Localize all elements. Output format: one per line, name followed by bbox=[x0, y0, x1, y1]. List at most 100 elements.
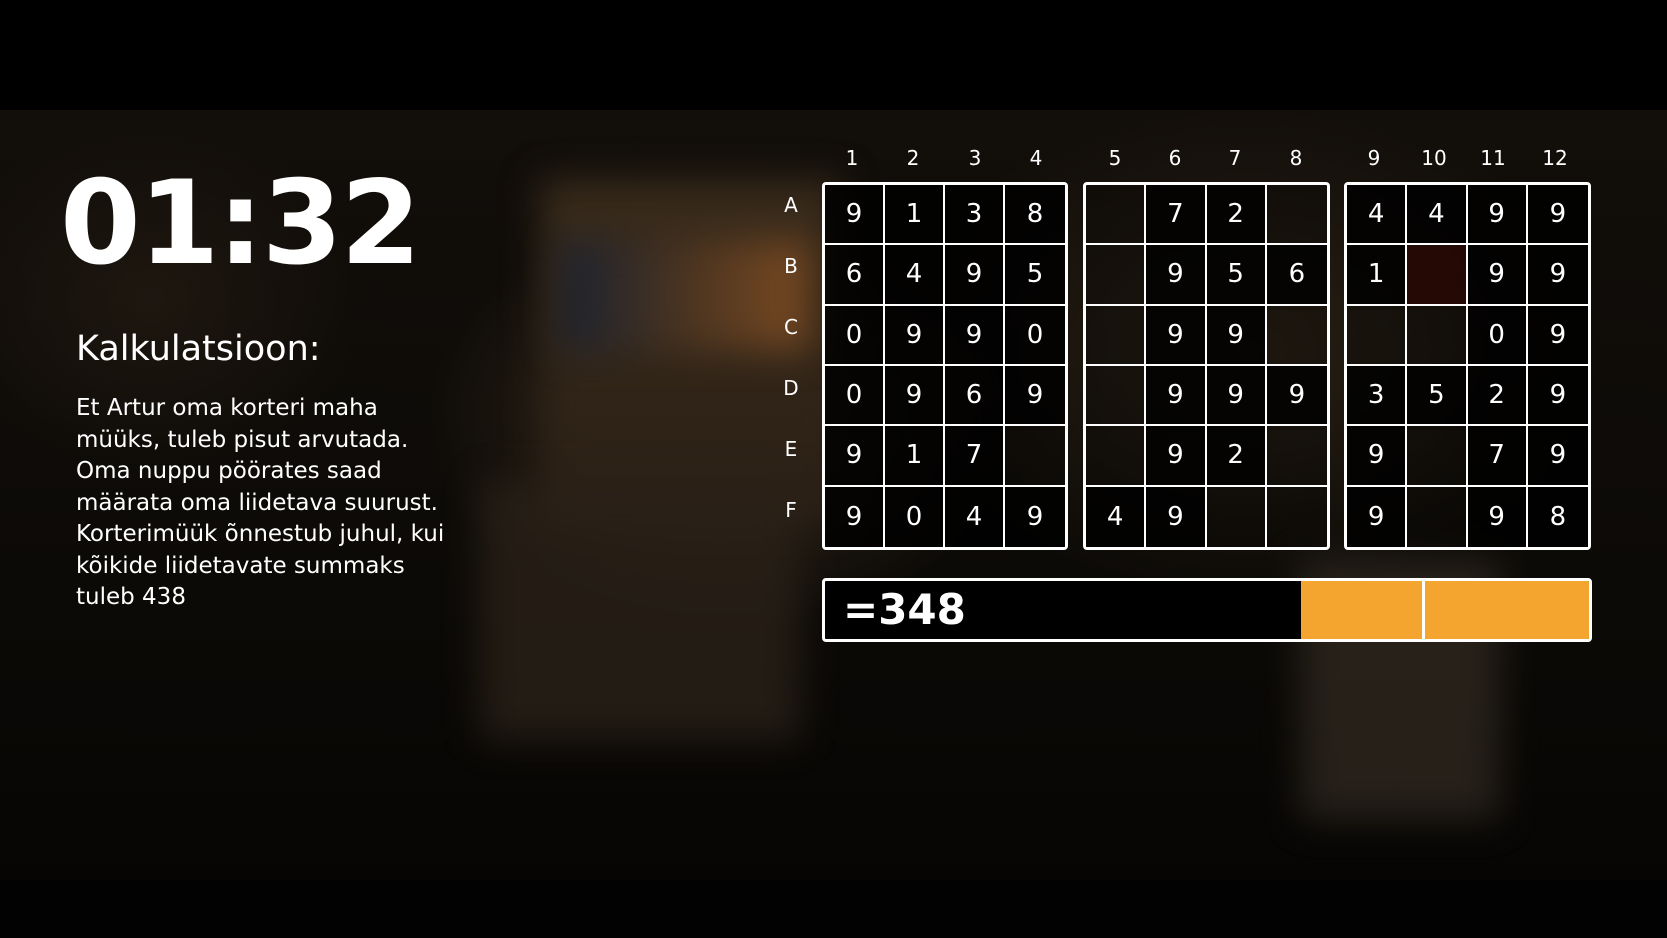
sum-progress-fill bbox=[1301, 581, 1589, 639]
digit-cell: 9 bbox=[1347, 486, 1408, 547]
countdown-timer: 01:32 bbox=[60, 156, 421, 291]
column-label: 2 bbox=[906, 146, 920, 170]
digit-cell: 2 bbox=[1467, 365, 1528, 427]
digit-cell: 9 bbox=[825, 185, 885, 246]
digit-cell bbox=[1005, 426, 1065, 487]
digit-cell bbox=[1086, 245, 1147, 306]
column-label: 11 bbox=[1480, 146, 1506, 170]
digit-cell: 9 bbox=[1206, 305, 1267, 366]
panel-title: Kalkulatsioon: bbox=[76, 329, 321, 369]
digit-cell: 1 bbox=[885, 426, 945, 487]
digit-cell bbox=[1086, 426, 1147, 487]
digit-cell: 5 bbox=[1206, 245, 1267, 306]
column-label: 5 bbox=[1108, 146, 1122, 170]
digit-cell: 9 bbox=[1527, 365, 1588, 427]
digit-cell: 8 bbox=[1527, 486, 1588, 547]
digit-cell: 9 bbox=[1467, 185, 1528, 246]
digit-cell: 1 bbox=[885, 185, 945, 246]
digit-cell: 9 bbox=[1527, 426, 1588, 487]
row-label: C bbox=[784, 315, 798, 339]
column-label: 3 bbox=[968, 146, 982, 170]
digit-cell bbox=[1086, 305, 1147, 366]
digit-cell: 9 bbox=[1527, 305, 1588, 366]
digit-cell: 9 bbox=[1527, 185, 1588, 246]
digit-cell bbox=[1407, 245, 1468, 306]
digit-cell: 9 bbox=[1206, 365, 1267, 427]
digit-block-3: 4499199093529979998 bbox=[1344, 182, 1591, 550]
digit-cell: 0 bbox=[825, 365, 885, 427]
digit-cell: 7 bbox=[945, 426, 1005, 487]
letterbox-bottom bbox=[0, 880, 1667, 938]
digit-cell: 9 bbox=[1146, 245, 1207, 306]
column-label: 4 bbox=[1029, 146, 1043, 170]
digit-cell bbox=[1266, 306, 1327, 366]
letterbox-top bbox=[0, 0, 1667, 110]
row-label: A bbox=[784, 193, 798, 217]
digit-cell: 7 bbox=[1467, 426, 1528, 487]
sum-bar: =348 bbox=[822, 578, 1592, 642]
digit-cell: 4 bbox=[1086, 486, 1147, 547]
digit-cell bbox=[1407, 426, 1468, 487]
digit-cell: 8 bbox=[1005, 185, 1065, 246]
digit-cell bbox=[1266, 185, 1327, 246]
digit-block-1: 91386495099009699179049 bbox=[822, 182, 1068, 550]
column-label: 1 bbox=[845, 146, 859, 170]
digit-cell: 4 bbox=[1407, 185, 1468, 246]
digit-cell bbox=[1086, 365, 1147, 427]
digit-cell: 5 bbox=[1005, 245, 1065, 306]
column-label: 7 bbox=[1228, 146, 1242, 170]
digit-cell bbox=[1266, 426, 1327, 487]
row-label: B bbox=[784, 254, 798, 278]
digit-block-2: 72956999999249 bbox=[1083, 182, 1330, 550]
digit-cell: 9 bbox=[1266, 365, 1327, 427]
digit-cell: 0 bbox=[1005, 305, 1065, 366]
digit-cell: 6 bbox=[945, 365, 1005, 427]
digit-cell: 4 bbox=[945, 486, 1005, 547]
sum-bar-divider bbox=[1422, 581, 1425, 639]
digit-cell: 9 bbox=[825, 486, 885, 547]
digit-cell: 9 bbox=[1347, 426, 1408, 487]
digit-cell: 9 bbox=[945, 305, 1005, 366]
column-label: 10 bbox=[1421, 146, 1447, 170]
digit-cell: 1 bbox=[1347, 245, 1408, 306]
digit-cell: 9 bbox=[1146, 305, 1207, 366]
digit-cell: 0 bbox=[885, 486, 945, 547]
digit-cell bbox=[1086, 185, 1147, 246]
digit-cell: 7 bbox=[1146, 185, 1207, 246]
digit-cell: 5 bbox=[1407, 365, 1468, 427]
column-label: 12 bbox=[1542, 146, 1568, 170]
digit-cell: 9 bbox=[1005, 486, 1065, 547]
digit-cell: 6 bbox=[825, 245, 885, 306]
digit-cell: 9 bbox=[945, 245, 1005, 306]
digit-cell: 9 bbox=[1527, 245, 1588, 306]
row-label: D bbox=[783, 376, 799, 400]
digit-cell: 9 bbox=[1146, 486, 1207, 547]
digit-cell: 9 bbox=[1146, 365, 1207, 427]
digit-cell: 9 bbox=[1467, 245, 1528, 306]
row-label: E bbox=[784, 437, 798, 461]
digit-cell: 3 bbox=[945, 185, 1005, 246]
digit-cell bbox=[1407, 305, 1468, 366]
digit-cell bbox=[1407, 486, 1468, 547]
digit-cell: 9 bbox=[1146, 426, 1207, 487]
digit-cell: 4 bbox=[1347, 185, 1408, 246]
digit-cell: 6 bbox=[1266, 245, 1327, 306]
digit-cell: 2 bbox=[1206, 185, 1267, 246]
column-label: 6 bbox=[1168, 146, 1182, 170]
digit-cell: 9 bbox=[825, 426, 885, 487]
background-sunset bbox=[560, 240, 810, 350]
digit-cell bbox=[1347, 305, 1408, 366]
digit-cell: 9 bbox=[885, 365, 945, 427]
digit-cell: 9 bbox=[885, 305, 945, 366]
column-label: 8 bbox=[1289, 146, 1303, 170]
digit-cell: 9 bbox=[1005, 365, 1065, 427]
digit-cell: 0 bbox=[1467, 305, 1528, 366]
digit-cell bbox=[1207, 486, 1267, 547]
background-window bbox=[540, 180, 840, 520]
sum-value: =348 bbox=[843, 585, 966, 634]
digit-cell: 3 bbox=[1347, 365, 1408, 427]
panel-description: Et Artur oma korteri maha müüks, tuleb p… bbox=[76, 395, 445, 610]
digit-cell: 9 bbox=[1467, 486, 1528, 547]
digit-cell: 0 bbox=[825, 305, 885, 366]
digit-cell bbox=[1267, 487, 1327, 547]
